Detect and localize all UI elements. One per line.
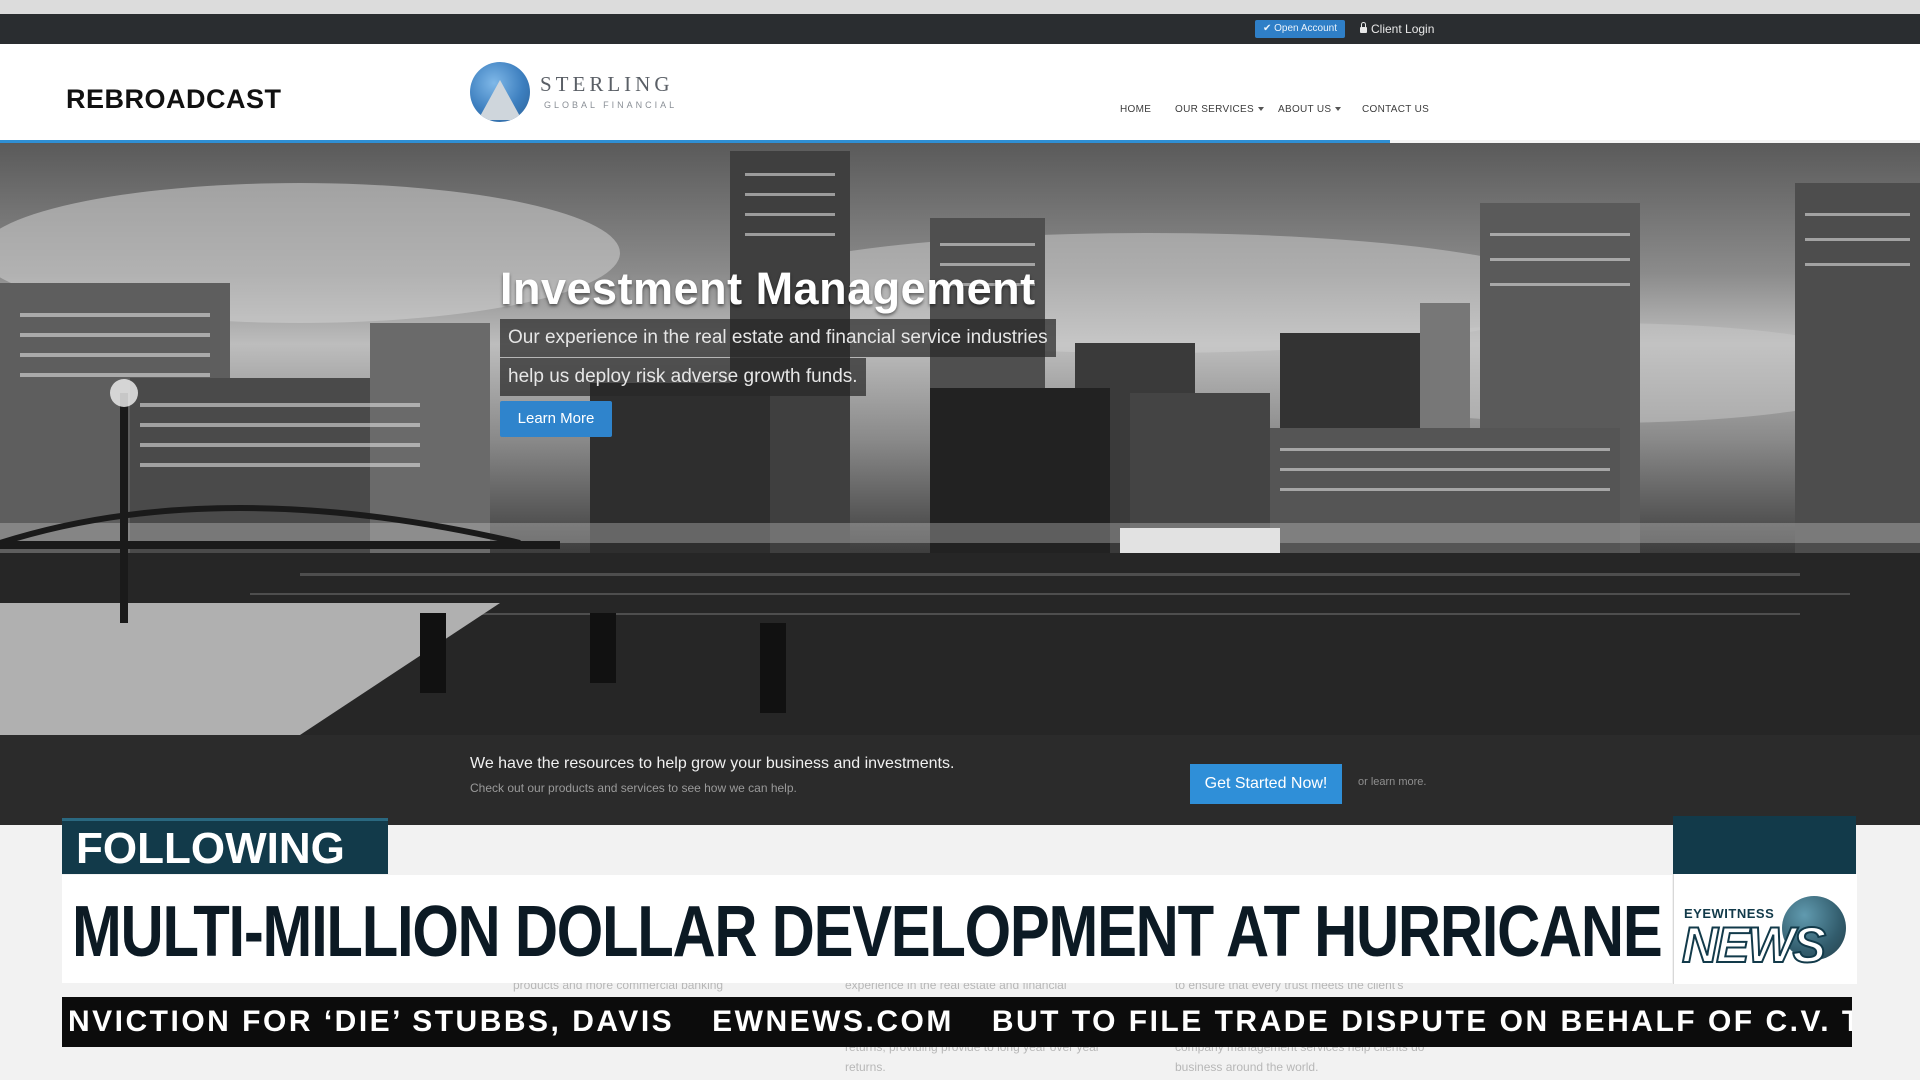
hero-banner: Investment Management Our experience in … xyxy=(0,143,1920,735)
ticker-item: BUT TO FILE TRADE DISPUTE ON BEHALF OF C… xyxy=(991,1005,1852,1038)
following-tag: FOLLOWING xyxy=(62,818,388,874)
utility-bar: ✔ Open Account Client Login xyxy=(0,14,1920,44)
logo-news-text: NEWS xyxy=(1681,916,1827,974)
cta-band: We have the resources to help grow your … xyxy=(0,735,1920,825)
nav-about-us[interactable]: ABOUT US xyxy=(1278,104,1342,118)
news-ticker: NVICTION FOR ‘DIE’ STUBBS, DAVIS EWNEWS.C… xyxy=(62,997,1852,1047)
news-headline: MULTI-MILLION DOLLAR DEVELOPMENT AT HURR… xyxy=(72,892,1839,972)
learn-more-button[interactable]: Learn More xyxy=(500,401,612,437)
client-login-label: Client Login xyxy=(1371,22,1435,36)
rebroadcast-label: REBROADCAST xyxy=(58,76,316,122)
hero-title: Investment Management xyxy=(500,263,1036,314)
nav-contact-us[interactable]: CONTACT US xyxy=(1362,104,1429,118)
video-frame: ✔ Open Account Client Login STERLING GLO… xyxy=(0,0,1920,1080)
sterling-logo-icon[interactable] xyxy=(470,62,530,122)
faded-text-col2-line3: returns. xyxy=(845,1060,886,1074)
hero-description-line-2: help us deploy risk adverse growth funds… xyxy=(500,358,866,396)
nav-our-services-label: OUR SERVICES xyxy=(1175,104,1254,115)
chevron-down-icon xyxy=(1258,107,1264,112)
faded-text-col3-line3: business around the world. xyxy=(1175,1060,1319,1074)
logo-box-cap xyxy=(1673,816,1856,874)
logo-wordmark[interactable]: STERLING xyxy=(540,72,674,97)
ticker-item: EWNEWS.COM xyxy=(712,1005,954,1038)
browser-strip xyxy=(0,0,1920,15)
open-account-button[interactable]: ✔ Open Account xyxy=(1255,20,1345,38)
logo-subtitle: GLOBAL FINANCIAL xyxy=(544,100,678,110)
hero-description-line-1: Our experience in the real estate and fi… xyxy=(500,319,1056,357)
nav-about-us-label: ABOUT US xyxy=(1278,104,1332,115)
ticker-item: NVICTION FOR ‘DIE’ STUBBS, DAVIS xyxy=(68,1005,675,1038)
eyewitness-news-logo: EYEWITNESS NEWS xyxy=(1673,874,1857,984)
nav-home[interactable]: HOME xyxy=(1120,104,1151,118)
city-skyline-image xyxy=(0,151,1920,735)
chevron-down-icon xyxy=(1335,107,1342,112)
headline-band: MULTI-MILLION DOLLAR DEVELOPMENT AT HURR… xyxy=(62,875,1839,983)
nav-our-services[interactable]: OUR SERVICES xyxy=(1175,104,1264,118)
cta-subtext: Check out our products and services to s… xyxy=(470,781,797,795)
get-started-button[interactable]: Get Started Now! xyxy=(1190,764,1342,804)
ticker-content: NVICTION FOR ‘DIE’ STUBBS, DAVIS EWNEWS.C… xyxy=(68,997,1852,1047)
lock-icon xyxy=(1360,22,1367,33)
client-login-link[interactable]: Client Login xyxy=(1360,20,1434,38)
learn-more-link[interactable]: or learn more. xyxy=(1358,776,1426,788)
cta-heading: We have the resources to help grow your … xyxy=(470,755,955,772)
